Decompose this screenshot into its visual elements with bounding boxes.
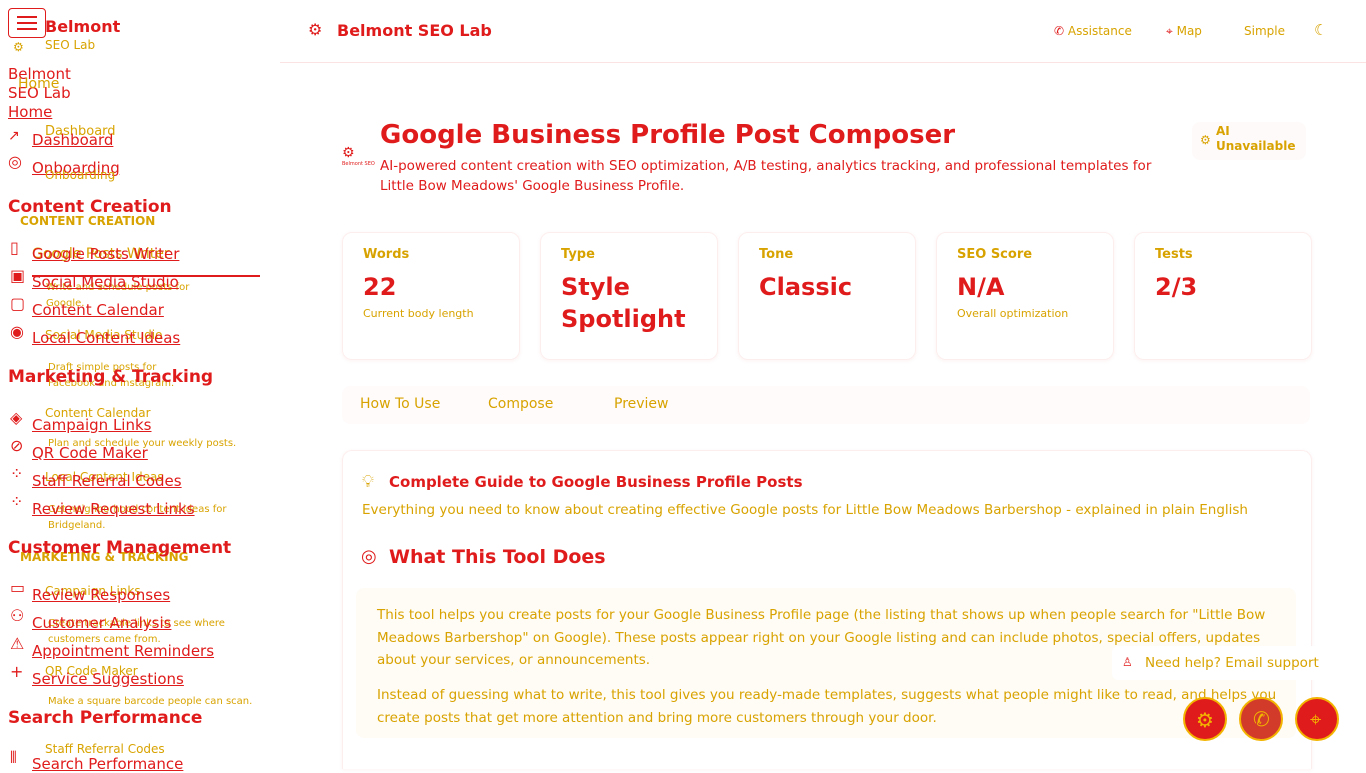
stat-value: 22 [363,273,397,301]
app-title: Belmont SEO Lab [337,21,492,40]
nav-staff-referral[interactable]: Staff Referral Codes [32,472,182,490]
guide-paragraph-2: Instead of guessing what to write, this … [377,687,1277,726]
stat-value: 2/3 [1155,273,1198,301]
page-logo-text: Belmont SEO [342,161,375,167]
sidebar: Belmont ⚙ SEO Lab Belmont SEO Lab Home H… [0,0,280,773]
phone-icon: ✆ [1054,24,1065,38]
stat-label: Type [561,247,595,262]
plus-icon: + [10,662,24,681]
brain-icon: ⚙ [1196,708,1214,732]
onboarding-icon: ◎ [8,152,22,171]
ai-assistant-button[interactable]: ⚙ [1183,697,1227,741]
nav-qr-maker[interactable]: QR Code Maker [32,444,148,462]
nav-dashboard[interactable]: Dashboard [32,131,113,149]
stat-label: SEO Score [957,247,1033,262]
stat-label: Tone [759,247,794,262]
nav-local-content[interactable]: Local Content Ideas [32,329,180,347]
page-subtitle: AI-powered content creation with SEO opt… [380,158,1152,194]
alert-icon: ⚠ [10,634,25,653]
stat-value: Classic [759,273,853,301]
link-icon: ⊘ [10,436,24,455]
map-button[interactable]: ⌖ Map [1166,24,1202,39]
brand-name: Belmont [45,17,121,36]
person-icon: ♙ [1122,655,1133,669]
page-title: Google Business Profile Post Composer [380,120,956,150]
trend-icon: ↗ [8,128,20,144]
ai-status-badge: ⚙ AI Unavailable [1192,122,1306,160]
simple-toggle[interactable]: Simple [1244,24,1285,38]
logo-icon: ⚙ [308,20,323,39]
stat-label: Words [363,247,410,262]
map-pin-icon: ⌖ [1310,707,1322,731]
chart-icon: ⫴ [10,748,17,767]
users-icon: ⚇ [10,606,25,625]
tab-compose[interactable]: Compose [488,396,553,412]
lightbulb-icon: 💡︎ [362,472,374,492]
nav-content-calendar[interactable]: Content Calendar [32,301,164,319]
nav-service-suggestions[interactable]: Service Suggestions [32,670,184,688]
nav-customer-analysis[interactable]: Customer Analysis [32,614,171,632]
nav-home[interactable]: Home [8,103,52,121]
moon-icon[interactable]: ☾ [1314,21,1327,39]
assistance-button[interactable]: ✆ Assistance [1054,24,1132,38]
brand-sub: SEO Lab [45,38,96,52]
nav-appointment-reminders[interactable]: Appointment Reminders [32,642,214,660]
section-title: What This Tool Does [389,546,606,568]
stat-card-tests: Tests 2/3 [1134,232,1312,360]
map-label: Map [1176,24,1202,38]
location-icon: ◉ [10,322,24,341]
help-banner[interactable]: ♙ Need help? Email support [1112,646,1338,680]
document-icon: ▯ [10,238,19,257]
logo-icon: ⚙ [342,145,355,161]
stat-value: N/A [957,273,1005,301]
calendar-icon: ▢ [10,294,26,313]
call-button[interactable]: ✆ [1239,697,1283,741]
nav-search-performance[interactable]: Search Performance [32,755,183,773]
onboarding-ghost: Onboarding [45,168,116,182]
image-icon: ▣ [10,266,26,285]
section-content-ghost: CONTENT CREATION [20,214,156,228]
help-text: Need help? Email support [1145,655,1319,671]
brain-icon: ⚙ [1200,133,1211,147]
guide-subtitle: Everything you need to know about creati… [362,502,1248,518]
qr-icon: ⁘ [10,492,24,511]
home-ghost: Home [18,76,60,92]
section-marketing: Marketing & Tracking [8,367,214,387]
assistance-label: Assistance [1067,24,1132,38]
tab-preview[interactable]: Preview [614,396,669,412]
target-icon: ◎ [361,546,377,567]
menu-button[interactable] [8,8,46,38]
nav-review-responses[interactable]: Review Responses [32,586,170,604]
guide-title: Complete Guide to Google Business Profil… [389,473,803,491]
stat-card-type: Type Style Spotlight [540,232,718,360]
map-pin-icon: ⌖ [1166,24,1173,38]
qr-icon: ⁘ [10,464,24,483]
top-bar: ⚙ Belmont SEO Lab ✆ Assistance ⌖ Map Sim… [280,0,1366,63]
tag-icon: ◈ [10,408,23,427]
stat-card-words: Words 22 Current body length [342,232,520,360]
stat-card-tone: Tone Classic [738,232,916,360]
stat-value: Style Spotlight [561,273,686,333]
menu-icon [17,16,37,18]
map-button-fab[interactable]: ⌖ [1295,697,1339,741]
stat-card-seo: SEO Score N/A Overall optimization [936,232,1114,360]
phone-icon: ✆ [1253,707,1270,731]
nav-campaign-links[interactable]: Campaign Links [32,416,152,434]
nav-review-request[interactable]: Review Request Links [32,500,195,518]
logo-icon: ⚙ [13,40,24,54]
tab-how-to-use[interactable]: How To Use [360,396,440,412]
stat-sub: Current body length [363,307,474,320]
section-customer: Customer Management [8,538,232,558]
section-search: Search Performance [8,708,203,728]
stat-label: Tests [1155,247,1193,262]
active-underline [32,275,260,277]
staff-referral-ghost: Staff Referral Codes [45,742,165,756]
nav-google-posts[interactable]: Google Posts Writer [32,245,179,263]
stat-sub: Overall optimization [957,307,1069,320]
chat-icon: ▭ [10,578,26,597]
qr-desc: Make a square barcode people can scan. [48,696,253,707]
ai-status-text: AI Unavailable [1216,124,1296,153]
